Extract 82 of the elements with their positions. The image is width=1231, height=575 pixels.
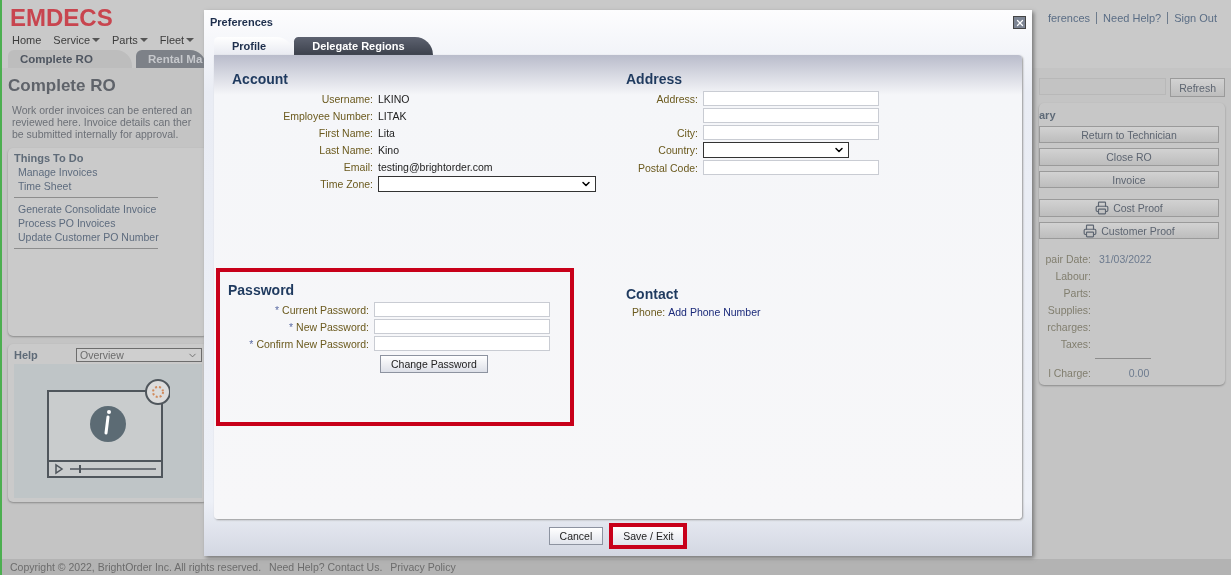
field-label: First Name:	[317, 126, 373, 139]
dialog-button[interactable]: Cancel	[548, 527, 604, 545]
panel-title: Things To Do	[14, 152, 85, 164]
task-link[interactable]: Manage Invoices	[14, 166, 202, 178]
section-heading: Contact	[626, 286, 680, 302]
footer-text: Copyright © 2022, BrightOrder Inc. All rights reserved.	[10, 561, 262, 573]
nav-menu-item[interactable]: Service	[53, 34, 101, 46]
printer-icon	[1083, 223, 1098, 238]
field-label: * Current Password:	[274, 303, 369, 316]
dialog-button[interactable]: Save / Exit	[609, 523, 688, 549]
input-field[interactable]	[703, 160, 879, 175]
action-button[interactable]: Cost Proof	[1039, 199, 1219, 217]
select-field[interactable]	[378, 176, 596, 192]
change-password-button[interactable]: Change Password	[380, 355, 488, 373]
field-value: Kino	[378, 143, 400, 156]
summary-value: 0.00	[1127, 367, 1151, 379]
printer-icon	[1095, 201, 1110, 216]
add-phone-link[interactable]: Add Phone Number	[668, 306, 761, 318]
password-field[interactable]	[374, 302, 550, 317]
summary-label: l Charge:	[1047, 367, 1091, 379]
field-label: Username:	[320, 92, 373, 105]
field-value: testing@brightorder.com	[378, 160, 494, 173]
action-button[interactable]: Close RO	[1039, 148, 1219, 166]
close-icon	[1014, 17, 1025, 28]
summary-label: rcharges:	[1046, 321, 1091, 333]
header-link[interactable]: Sign Out	[1167, 11, 1223, 24]
section-heading: Password	[228, 282, 296, 298]
field-value: LKINO	[378, 92, 411, 105]
page-tab[interactable]: Complete RO	[8, 50, 132, 68]
panel-title: ary	[1039, 109, 1057, 121]
field-label: Email:	[342, 160, 373, 173]
footer-text[interactable]: Need Help? Contact Us.	[269, 561, 383, 573]
summary-label: Labour:	[1054, 270, 1091, 282]
section-heading: Account	[232, 71, 289, 87]
summary-value: 31/03/2022	[1099, 253, 1153, 265]
password-field[interactable]	[374, 336, 550, 351]
header-link[interactable]: Need Help?	[1096, 11, 1168, 24]
field-label: Phone:	[631, 306, 666, 318]
header-link[interactable]: ferences	[1041, 11, 1097, 24]
logo: EMDECS	[10, 6, 113, 30]
dialog-tab[interactable]: Delegate Regions	[294, 37, 433, 55]
action-button[interactable]: Invoice	[1039, 170, 1219, 189]
summary-label: Parts:	[1062, 287, 1091, 299]
field-value: Lita	[378, 126, 396, 139]
input-field[interactable]	[703, 91, 879, 106]
field-label: Address:	[655, 92, 698, 105]
field-value: LITAK	[378, 109, 408, 122]
dialog-tab[interactable]: Profile	[214, 37, 295, 55]
task-link[interactable]: Process PO Invoices	[14, 217, 202, 229]
panel-title: Help	[14, 349, 38, 361]
task-link[interactable]: Time Sheet	[14, 180, 202, 192]
task-link[interactable]: Generate Consolidate Invoice	[14, 203, 202, 215]
nav-menu-item[interactable]: Fleet	[159, 34, 195, 46]
field-label: * New Password:	[288, 320, 369, 333]
task-link[interactable]: Update Customer PO Number	[14, 231, 202, 243]
field-label: * Confirm New Password:	[248, 337, 369, 350]
footer-text[interactable]: Privacy Policy	[390, 561, 456, 573]
summary-label: Supplies:	[1046, 304, 1091, 316]
action-button[interactable]: Customer Proof	[1039, 221, 1219, 240]
help-select[interactable]: Overview	[76, 348, 202, 362]
intro-text: Work order invoices can be entered an reviewed here. Invoice details can ther be submitted internally for approval.	[11, 104, 194, 140]
select-field[interactable]	[703, 142, 849, 158]
summary-label: pair Date:	[1044, 253, 1091, 265]
nav-menu-item[interactable]: Home	[12, 34, 42, 46]
close-button[interactable]	[1013, 16, 1026, 29]
field-label: Employee Number:	[282, 109, 373, 122]
page-title: Complete RO	[8, 76, 117, 96]
action-button[interactable]: Return to Technician	[1039, 126, 1219, 144]
section-heading: Address	[626, 71, 684, 87]
page-tab[interactable]: Rental Ma	[136, 50, 207, 68]
field-label: Time Zone:	[319, 178, 373, 190]
input-field[interactable]	[703, 108, 879, 123]
refresh-button[interactable]: Refresh	[1170, 78, 1225, 97]
password-field[interactable]	[374, 319, 550, 334]
nav-menu-item[interactable]: Parts	[112, 34, 148, 46]
field-label: Postal Code:	[636, 161, 698, 174]
dialog-title: Preferences	[210, 16, 273, 29]
input-field[interactable]	[703, 125, 879, 140]
field-label: City:	[676, 126, 698, 139]
summary-label: Taxes:	[1059, 338, 1091, 350]
field-label: Last Name:	[318, 143, 373, 156]
field-label: Country:	[657, 144, 698, 156]
